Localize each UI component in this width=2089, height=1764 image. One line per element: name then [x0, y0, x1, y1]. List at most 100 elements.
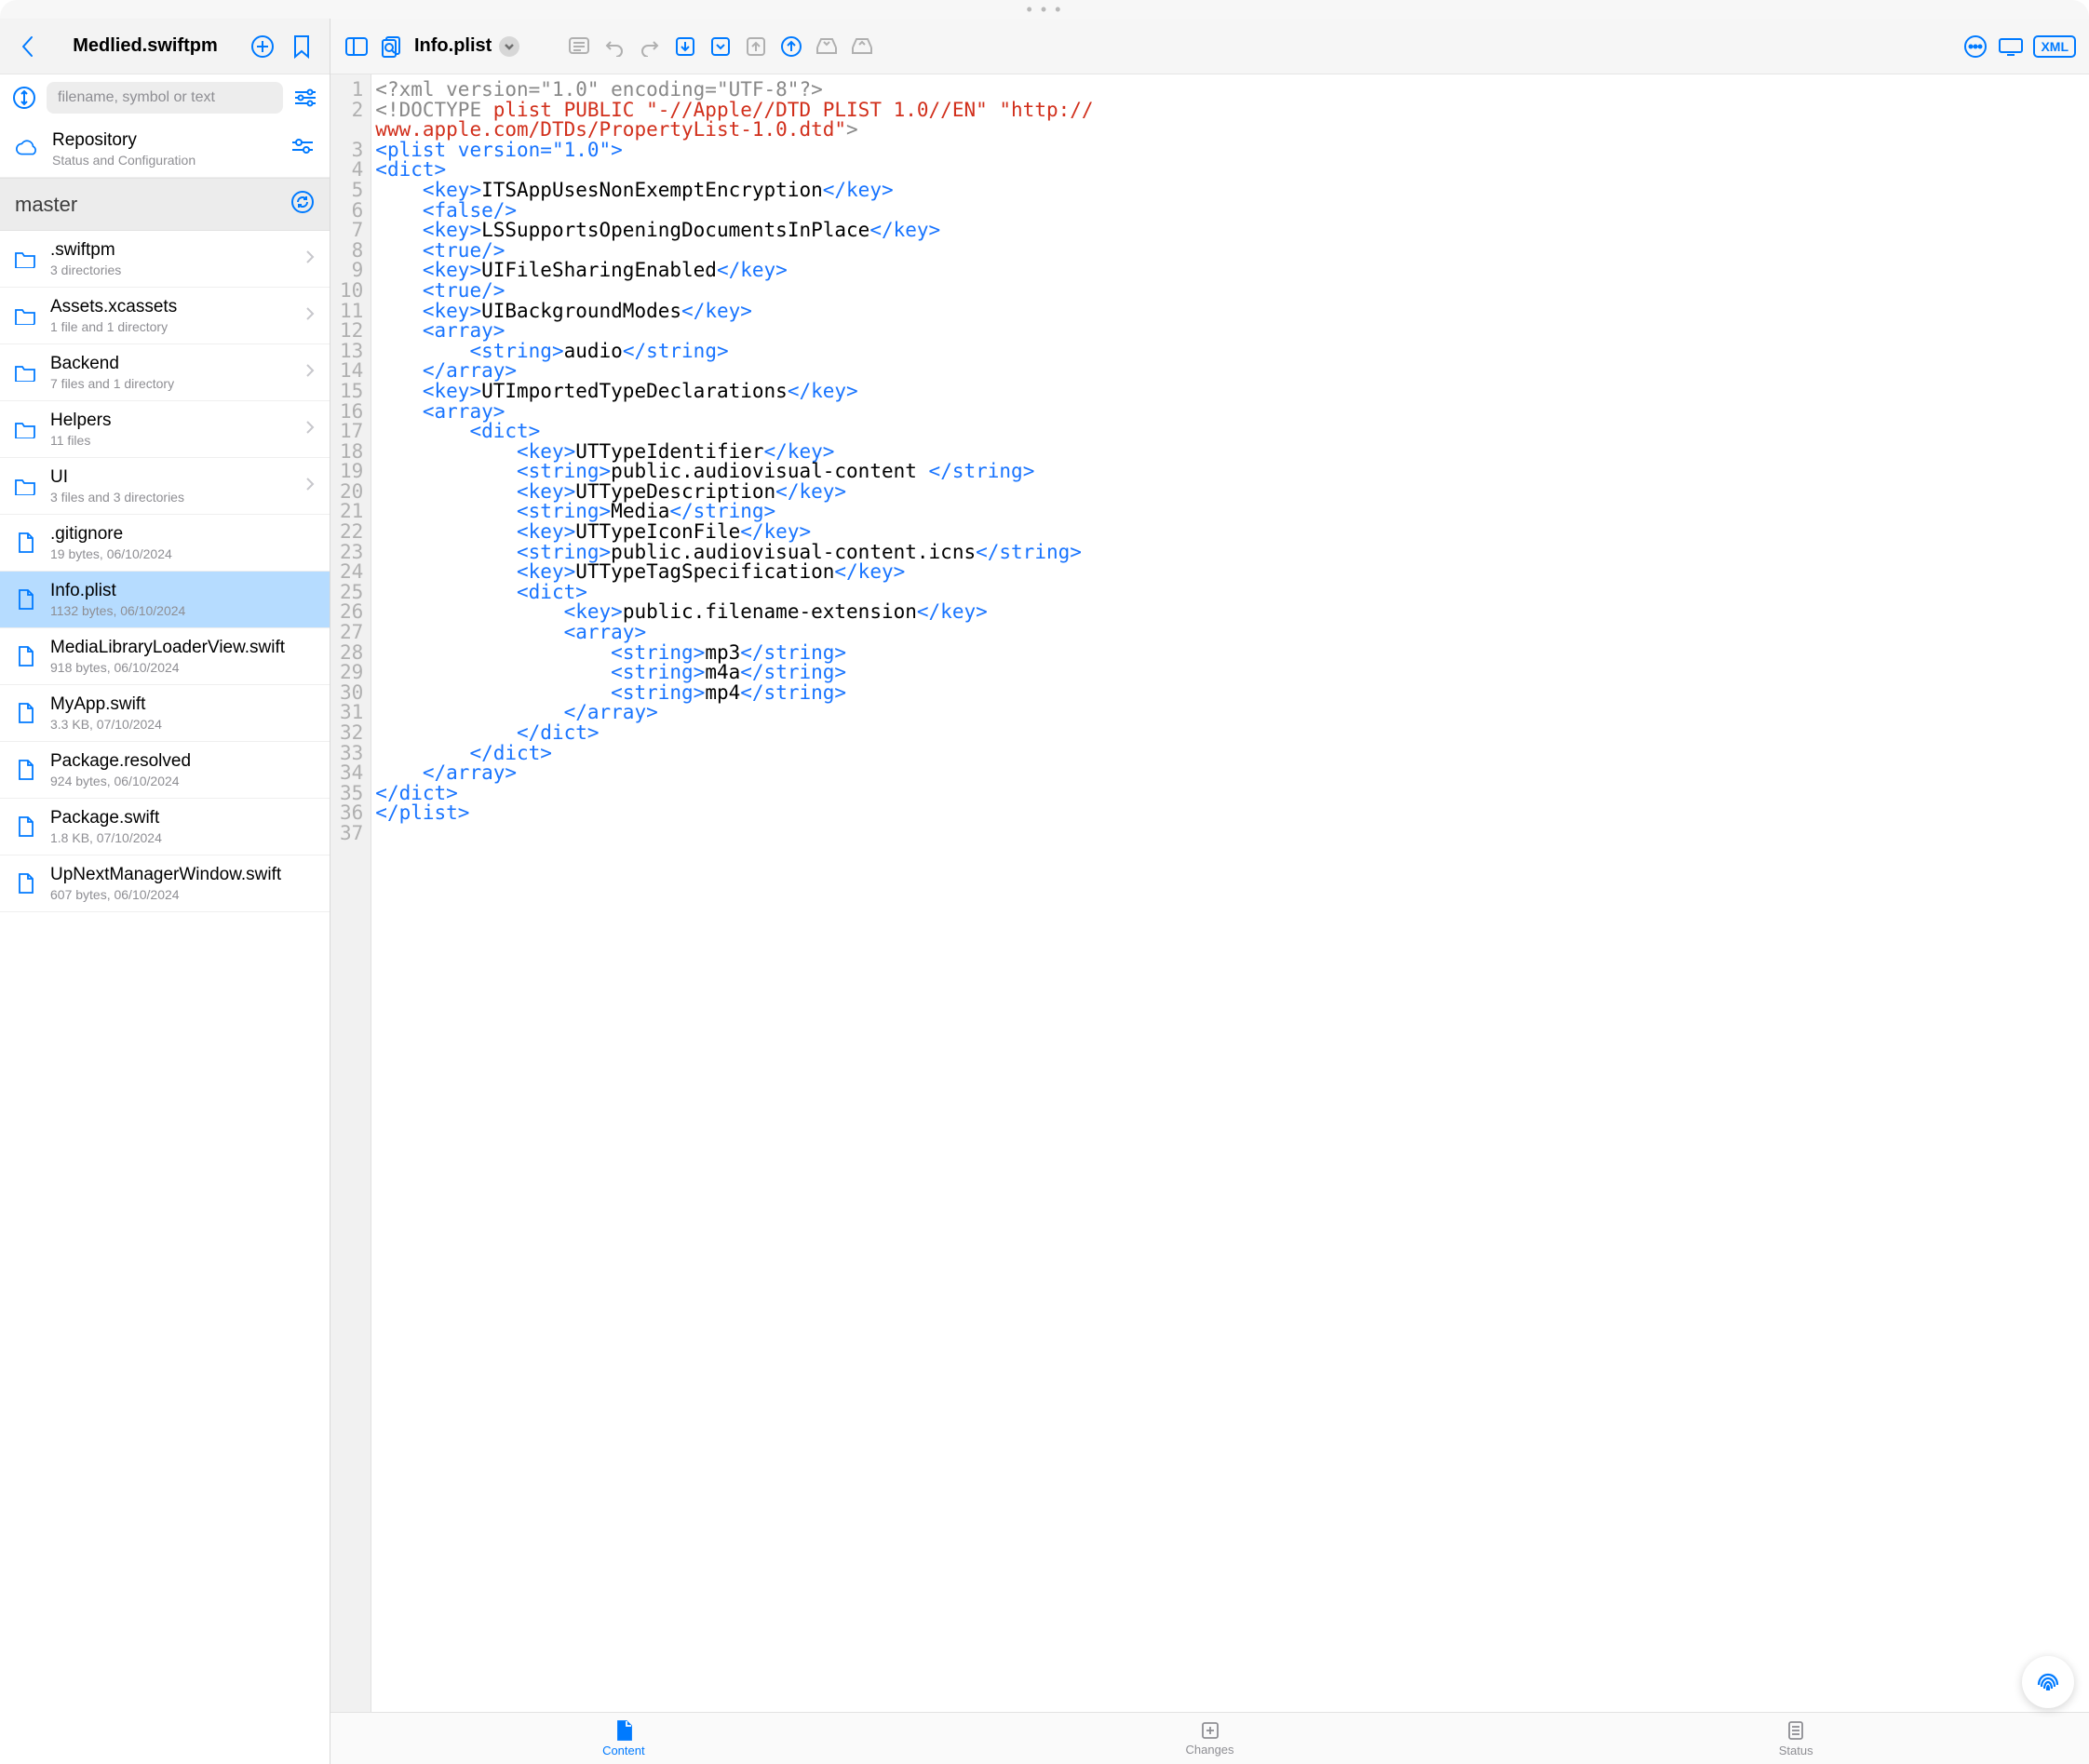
folder-icon — [13, 306, 37, 325]
inbox-icon[interactable] — [814, 34, 840, 60]
file-row-9[interactable]: Package.resolved 924 bytes, 06/10/2024 — [0, 742, 330, 799]
search-input[interactable] — [47, 82, 283, 114]
file-name: UpNextManagerWindow.swift — [50, 865, 315, 885]
open-file-title: Info.plist — [414, 35, 492, 57]
file-name: MediaLibraryLoaderView.swift — [50, 638, 315, 658]
file-name: Helpers — [50, 411, 292, 431]
tab-changes-label: Changes — [1185, 1743, 1233, 1757]
refresh-icon[interactable] — [290, 190, 315, 219]
file-sub: 607 bytes, 06/10/2024 — [50, 887, 315, 902]
bookmark-button[interactable] — [289, 34, 315, 60]
code-editor[interactable]: 1234567891011121314151617181920212223242… — [330, 74, 2089, 1712]
file-name: Assets.xcassets — [50, 297, 292, 317]
file-sub: 1132 bytes, 06/10/2024 — [50, 603, 315, 618]
display-icon[interactable] — [1998, 34, 2024, 60]
sliders-icon[interactable] — [290, 137, 315, 161]
upload-box-icon[interactable] — [743, 34, 769, 60]
file-sub: 1.8 KB, 07/10/2024 — [50, 830, 315, 845]
project-title: Medlied.swiftpm — [54, 35, 236, 57]
repository-label: Repository — [52, 130, 277, 151]
file-row-2[interactable]: Backend 7 files and 1 directory — [0, 344, 330, 401]
file-sub: 1 file and 1 directory — [50, 319, 292, 334]
upload-circle-icon[interactable] — [778, 34, 804, 60]
editor-pane: Info.plist XML 12345678910111213 — [330, 19, 2089, 1764]
download-icon[interactable] — [708, 34, 734, 60]
redo-icon[interactable] — [637, 34, 663, 60]
file-name: .gitignore — [50, 524, 315, 545]
file-sub: 19 bytes, 06/10/2024 — [50, 546, 315, 561]
file-name: MyApp.swift — [50, 694, 315, 715]
file-name: Package.swift — [50, 808, 315, 828]
sidebar: Medlied.swiftpm — [0, 19, 330, 1764]
file-sub: 924 bytes, 06/10/2024 — [50, 774, 315, 788]
file-sub: 11 files — [50, 433, 292, 448]
file-sub: 918 bytes, 06/10/2024 — [50, 660, 315, 675]
chevron-right-icon — [305, 305, 315, 327]
panel-toggle-icon[interactable] — [344, 34, 370, 60]
xml-badge[interactable]: XML — [2033, 35, 2076, 58]
code-content[interactable]: <?xml version="1.0" encoding="UTF-8"?><!… — [371, 74, 1102, 1712]
repository-row[interactable]: Repository Status and Configuration — [0, 121, 330, 178]
line-gutter: 1234567891011121314151617181920212223242… — [330, 74, 371, 1712]
folder-icon — [13, 477, 37, 495]
file-name: Package.resolved — [50, 751, 315, 772]
chevron-right-icon — [305, 476, 315, 497]
find-in-files-icon[interactable] — [379, 34, 405, 60]
repository-sub: Status and Configuration — [52, 153, 277, 168]
file-sub: 3 directories — [50, 263, 292, 277]
chevron-right-icon — [305, 362, 315, 384]
outbox-icon[interactable] — [849, 34, 875, 60]
more-icon[interactable] — [1962, 34, 1988, 60]
folder-icon — [13, 249, 37, 268]
file-row-0[interactable]: .swiftpm 3 directories — [0, 231, 330, 288]
editor-toolbar: Info.plist XML — [330, 19, 2089, 74]
undo-icon[interactable] — [601, 34, 627, 60]
file-row-10[interactable]: Package.swift 1.8 KB, 07/10/2024 — [0, 799, 330, 855]
branch-name: master — [15, 193, 77, 217]
filter-icon[interactable] — [292, 85, 318, 111]
window-drag-handle: • • • — [0, 0, 2089, 19]
file-row-3[interactable]: Helpers 11 files — [0, 401, 330, 458]
tab-content-label: Content — [602, 1744, 645, 1757]
add-button[interactable] — [249, 34, 276, 60]
file-icon — [13, 872, 37, 895]
file-row-6[interactable]: Info.plist 1132 bytes, 06/10/2024 — [0, 572, 330, 628]
file-icon — [13, 645, 37, 667]
file-row-11[interactable]: UpNextManagerWindow.swift 607 bytes, 06/1… — [0, 855, 330, 912]
cloud-icon — [15, 140, 39, 158]
file-row-7[interactable]: MediaLibraryLoaderView.swift 918 bytes, 0… — [0, 628, 330, 685]
file-name: .swiftpm — [50, 240, 292, 261]
bottom-tabs: Content Changes Status — [330, 1712, 2089, 1764]
back-button[interactable] — [15, 34, 41, 60]
folder-icon — [13, 363, 37, 382]
comment-icon[interactable] — [566, 34, 592, 60]
download-box-icon[interactable] — [672, 34, 698, 60]
file-icon — [13, 588, 37, 611]
file-icon — [13, 815, 37, 838]
file-row-4[interactable]: UI 3 files and 3 directories — [0, 458, 330, 515]
branch-row[interactable]: master — [0, 178, 330, 231]
file-sub: 3.3 KB, 07/10/2024 — [50, 717, 315, 732]
tab-changes[interactable]: Changes — [917, 1713, 1503, 1764]
folder-icon — [13, 420, 37, 438]
file-row-5[interactable]: .gitignore19 bytes, 06/10/2024 — [0, 515, 330, 572]
file-sub: 7 files and 1 directory — [50, 376, 292, 391]
file-row-8[interactable]: MyApp.swift 3.3 KB, 07/10/2024 — [0, 685, 330, 742]
tab-content[interactable]: Content — [330, 1713, 917, 1764]
file-icon — [13, 532, 37, 554]
tab-status[interactable]: Status — [1503, 1713, 2089, 1764]
file-icon — [13, 759, 37, 781]
file-list[interactable]: .swiftpm 3 directories Assets.xcassets 1 fi… — [0, 231, 330, 1764]
file-name: Info.plist — [50, 581, 315, 601]
fingerprint-button[interactable] — [2022, 1656, 2074, 1708]
chevron-right-icon — [305, 249, 315, 270]
file-name: UI — [50, 467, 292, 488]
tab-status-label: Status — [1779, 1744, 1813, 1757]
file-name: Backend — [50, 354, 292, 374]
file-icon — [13, 702, 37, 724]
file-sub: 3 files and 3 directories — [50, 490, 292, 505]
chevron-right-icon — [305, 419, 315, 440]
updown-sort-icon[interactable] — [11, 85, 37, 111]
file-dropdown-icon[interactable] — [499, 36, 519, 57]
file-row-1[interactable]: Assets.xcassets 1 file and 1 directory — [0, 288, 330, 344]
